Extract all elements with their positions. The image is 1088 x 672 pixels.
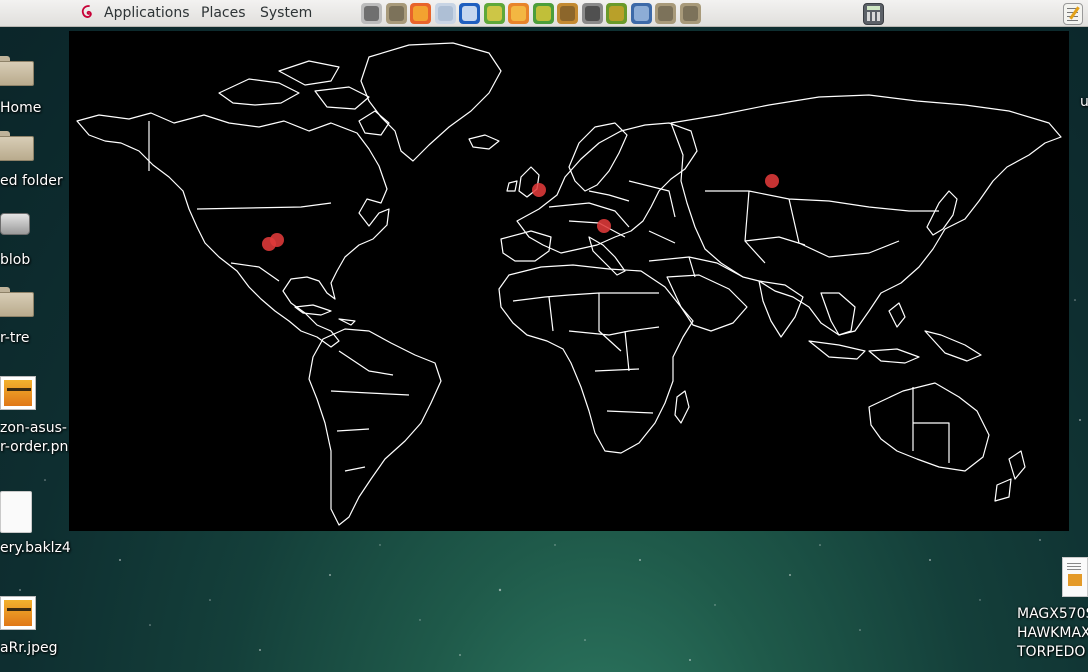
asia-outline [670,94,1062,336]
top-panel: Applications Places System [0,0,1088,27]
bird-launcher-glyph [462,6,477,21]
blob-drive-label: blob [0,252,31,268]
madagascar-outline [674,390,690,424]
globe-launcher-glyph [437,6,453,21]
tools-launcher-glyph [560,6,575,21]
text-editor-icon[interactable] [1063,3,1083,25]
image-file-icon [0,596,36,630]
cat-launcher-glyph [584,6,600,21]
cat-launcher-icon[interactable] [581,3,603,24]
asus-order-label-line2: r-order.png [0,439,78,455]
japan-outline [926,190,958,236]
iceland-outline [468,134,500,150]
marker-uk[interactable] [532,183,546,197]
camera-folder-launcher-icon[interactable] [679,3,701,24]
world-map-window[interactable] [69,31,1069,531]
location-markers [262,174,779,251]
folder-icon [0,287,34,317]
australia-outline [868,382,990,472]
india-outline [758,280,804,338]
home-folder-launcher-icon[interactable] [655,3,676,24]
green-tree-launcher-icon[interactable] [532,3,554,24]
camera-folder-launcher-glyph [682,6,698,21]
us-canada-border [196,202,332,210]
green-puzzle-launcher-icon[interactable] [483,3,505,24]
bird-launcher-icon[interactable] [459,3,480,24]
document-image-icon [1062,557,1088,597]
green-tree-launcher-glyph [535,6,551,21]
greenland-outline [360,42,502,162]
home-folder-launcher-glyph [658,6,673,21]
right-partial-label: u [1080,94,1088,110]
world-map [76,42,1062,526]
weather-launcher-icon[interactable] [630,3,652,24]
se-asia-outline [820,292,856,336]
country-outlines [76,42,1062,526]
home-folder-icon [0,56,34,86]
australia-borders [912,387,950,463]
asus-order-label-line1: zon-asus- [0,420,67,436]
magx-label-line1: MAGX570S [1017,606,1088,622]
image-file-icon [0,376,36,410]
europe-borders [548,180,676,244]
caribbean-islands [294,304,356,326]
north-america-outline [76,112,390,348]
untitled-folder-label: ed folder [0,173,63,189]
jpeg-image-label: aRr.jpeg [0,640,58,656]
asia-borders [705,190,939,264]
debian-logo-icon[interactable] [78,3,98,23]
middle-east-borders [648,256,744,278]
orange-badge-launcher-glyph [511,6,526,21]
magx-label-line2: HAWKMAX [1017,625,1088,641]
iberia-outline [500,230,552,262]
calculator-icon[interactable] [863,3,884,25]
marker-usa-central[interactable] [270,233,284,247]
home-folder-label: Home [0,100,42,116]
firefox-launcher-glyph [413,6,428,21]
south-america-borders [330,350,410,472]
arabia-outline [666,274,748,332]
indonesia-islands [808,302,982,364]
fruit-launcher-glyph [609,6,624,21]
webcam-launcher-glyph [364,6,379,21]
menu-places[interactable]: Places [201,4,246,23]
file-manager-launcher-glyph [388,6,404,21]
globe-launcher-icon[interactable] [434,3,456,24]
tools-launcher-icon[interactable] [557,3,578,24]
file-manager-launcher-icon[interactable] [385,3,407,24]
firefox-launcher-icon[interactable] [410,3,431,24]
folder-icon [0,131,34,161]
new-zealand-outline [994,450,1026,502]
document-file-icon [0,491,32,533]
tre-folder-label: r-tre [0,330,30,346]
drive-icon [0,213,30,235]
south-america-outline [308,328,442,526]
marker-central-europe[interactable] [597,219,611,233]
webcam-launcher-icon[interactable] [361,3,382,24]
marker-russia[interactable] [765,174,779,188]
africa-borders [512,292,660,414]
green-puzzle-launcher-glyph [486,6,502,21]
weather-launcher-glyph [633,6,649,21]
orange-badge-launcher-icon[interactable] [508,3,529,24]
menu-system[interactable]: System [260,4,312,23]
bakl-file-label: ery.baklz4 [0,540,71,556]
magx-label-line3: TORPEDO [1017,644,1086,660]
fruit-launcher-icon[interactable] [606,3,627,24]
scandinavia-outline [568,122,628,192]
menu-applications[interactable]: Applications [104,4,190,23]
